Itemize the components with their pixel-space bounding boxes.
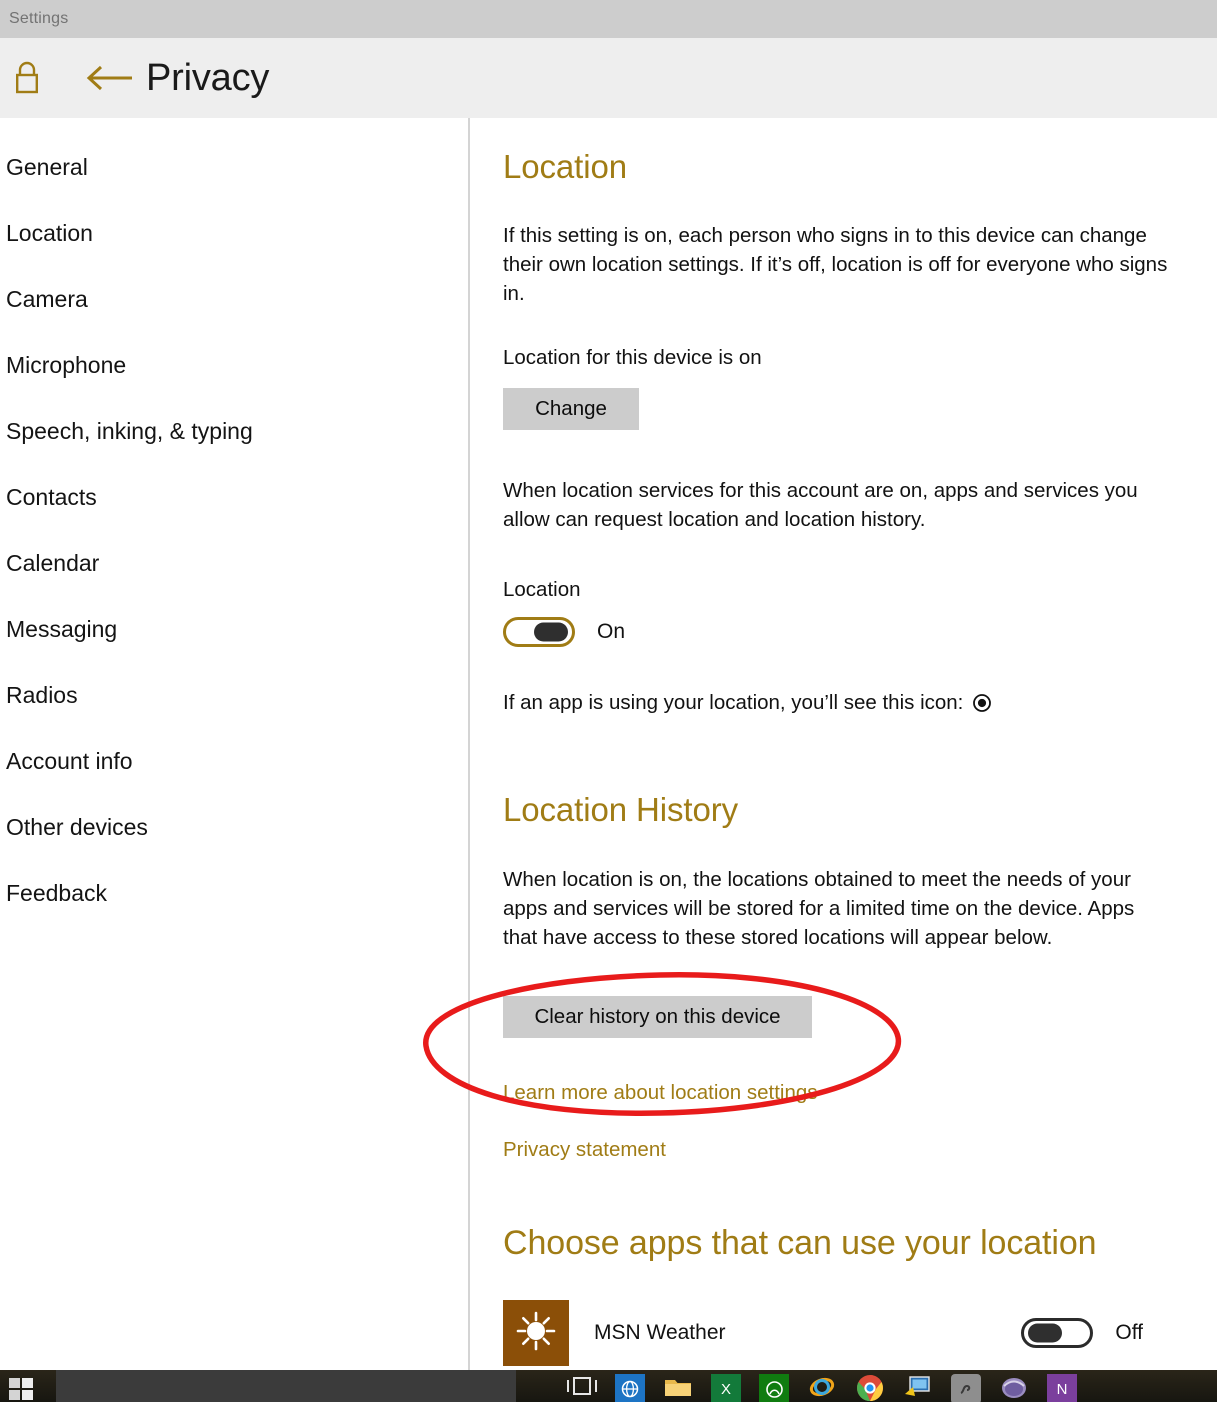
sidebar-item-microphone[interactable]: Microphone [0, 332, 468, 398]
sidebar-item-messaging[interactable]: Messaging [0, 596, 468, 662]
window-titlebar: Settings [0, 0, 1217, 38]
remote-desktop-icon[interactable] [901, 1370, 935, 1402]
page-title: Privacy [146, 56, 270, 99]
settings-window: Settings Privacy General Location Camera… [0, 0, 1217, 1402]
chrome-icon[interactable] [853, 1370, 887, 1402]
privacy-nav-sidebar: General Location Camera Microphone Speec… [0, 118, 470, 1383]
msn-weather-toggle-state: Off [1115, 1321, 1143, 1344]
lock-icon [10, 56, 44, 100]
sidebar-item-label: Messaging [6, 615, 118, 642]
sidebar-item-label: Calendar [6, 549, 100, 576]
location-heading: Location [503, 148, 627, 185]
internet-explorer-icon[interactable] [805, 1370, 839, 1402]
location-toggle-row: On [503, 617, 1217, 647]
sidebar-item-contacts[interactable]: Contacts [0, 464, 468, 530]
location-description: If this setting is on, each person who s… [503, 224, 1168, 305]
location-indicator-icon [972, 693, 992, 713]
taskbar-icons: X N [565, 1370, 1079, 1402]
sidebar-item-label: Location [6, 219, 93, 246]
store-icon[interactable] [613, 1370, 647, 1402]
sidebar-item-speech-inking-typing[interactable]: Speech, inking, & typing [0, 398, 468, 464]
sun-icon [514, 1309, 558, 1358]
sidebar-item-label: Radios [6, 681, 78, 708]
location-services-description: When location services for this account … [503, 479, 1138, 531]
toggle-thumb [534, 622, 568, 642]
sidebar-item-other-devices[interactable]: Other devices [0, 794, 468, 860]
location-toggle-state: On [597, 620, 626, 643]
search-input[interactable]: Search the web and Windows [56, 1370, 516, 1402]
location-toggle-label: Location [503, 578, 581, 601]
sidebar-item-label: Camera [6, 285, 88, 312]
device-location-status: Location for this device is on [503, 346, 762, 369]
app-row: MSN Weather Off [503, 1300, 1143, 1366]
xbox-icon[interactable] [757, 1370, 791, 1402]
location-history-heading: Location History [503, 791, 739, 828]
location-icon-note-row: If an app is using your location, you’ll… [503, 691, 1217, 715]
sidebar-item-label: Feedback [6, 879, 108, 906]
location-toggle[interactable] [503, 617, 575, 647]
back-arrow-icon[interactable] [84, 56, 138, 100]
sidebar-item-label: Other devices [6, 813, 148, 840]
location-icon-note: If an app is using your location, you’ll… [503, 691, 964, 714]
sidebar-item-calendar[interactable]: Calendar [0, 530, 468, 596]
sidebar-item-label: General [6, 153, 88, 180]
location-history-description: When location is on, the locations obtai… [503, 868, 1135, 949]
app-icon-gray[interactable] [949, 1370, 983, 1402]
change-button[interactable]: Change [503, 388, 639, 430]
sidebar-item-radios[interactable]: Radios [0, 662, 468, 728]
sidebar-item-location[interactable]: Location [0, 200, 468, 266]
windows-start-icon[interactable] [8, 1376, 34, 1402]
task-view-icon[interactable] [565, 1370, 599, 1402]
clear-history-button[interactable]: Clear history on this device [503, 996, 812, 1038]
toggle-thumb [1028, 1323, 1063, 1343]
excel-icon[interactable]: X [709, 1370, 743, 1402]
sidebar-item-camera[interactable]: Camera [0, 266, 468, 332]
sidebar-item-label: Microphone [6, 351, 127, 378]
sidebar-item-label: Account info [6, 747, 133, 774]
sidebar-item-feedback[interactable]: Feedback [0, 860, 468, 926]
onenote-icon[interactable]: N [1045, 1370, 1079, 1402]
body-area: General Location Camera Microphone Speec… [0, 118, 1217, 1383]
choose-apps-heading: Choose apps that can use your location [503, 1224, 1097, 1262]
sidebar-item-label: Contacts [6, 483, 97, 510]
sidebar-item-label: Speech, inking, & typing [6, 417, 253, 444]
location-settings-panel: Location If this setting is on, each per… [470, 118, 1217, 1383]
sidebar-item-account-info[interactable]: Account info [0, 728, 468, 794]
app-name: MSN Weather [594, 1321, 726, 1344]
file-explorer-icon[interactable] [661, 1370, 695, 1402]
app-icon-purple[interactable] [997, 1370, 1031, 1402]
privacy-statement-link[interactable]: Privacy statement [503, 1138, 666, 1162]
learn-more-link[interactable]: Learn more about location settings [503, 1081, 818, 1105]
msn-weather-tile [503, 1300, 569, 1366]
sidebar-item-general[interactable]: General [0, 134, 468, 200]
taskbar: Search the web and Windows [0, 1370, 1217, 1402]
page-header: Privacy [0, 38, 1217, 118]
msn-weather-toggle[interactable] [1021, 1318, 1094, 1348]
window-title: Settings [9, 10, 69, 27]
